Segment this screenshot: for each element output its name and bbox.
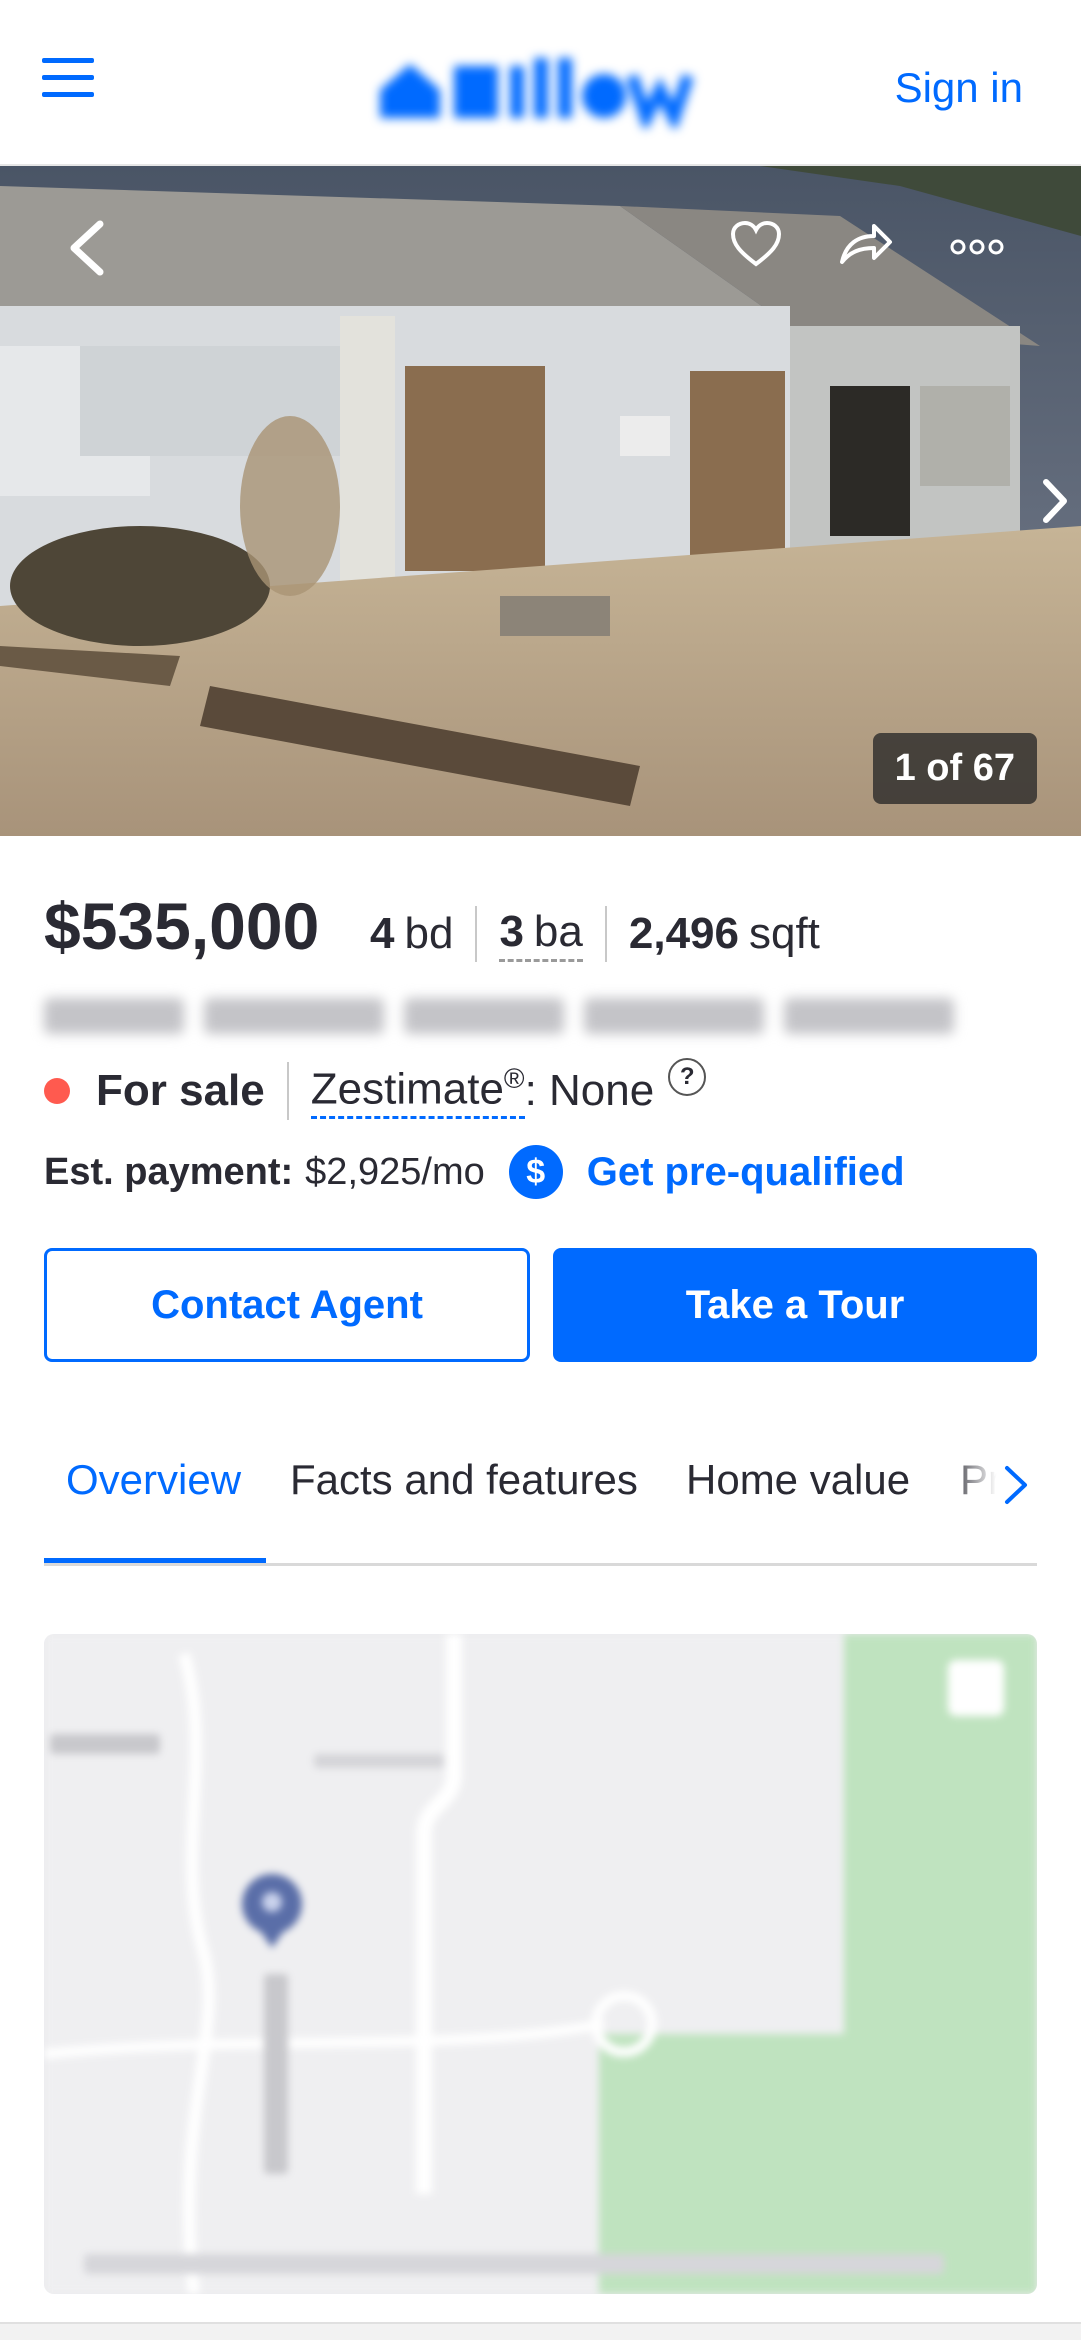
fact-divider: [604, 906, 607, 962]
tab-facts-and-features[interactable]: Facts and features: [290, 1456, 638, 1504]
beds-value: 4: [370, 909, 395, 958]
home-facts: 4 bd 3 ba 2,496 sqft: [370, 906, 820, 962]
baths-value: 3: [499, 906, 524, 956]
zestimate-link[interactable]: Zestimate®: [310, 1062, 525, 1120]
sqft-value: 2,496: [628, 909, 739, 958]
next-chevron-icon[interactable]: [1040, 478, 1070, 524]
registered-mark: ®: [503, 1062, 525, 1094]
fact-divider: [475, 906, 478, 962]
listing-photo-carousel[interactable]: 1 of 67: [0, 166, 1081, 836]
sqft-label: sqft: [748, 909, 820, 958]
zestimate-label: Zestimate: [310, 1064, 504, 1114]
beds-fact: 4 bd: [370, 909, 453, 959]
share-icon[interactable]: [838, 220, 894, 266]
status-label: For sale: [96, 1066, 265, 1115]
status-dot: [44, 1078, 70, 1104]
payment-row: Est. payment: $2,925/mo $ Get pre-qualif…: [44, 1145, 905, 1199]
tab-home-value[interactable]: Home value: [686, 1456, 910, 1504]
sign-in-link[interactable]: Sign in: [895, 64, 1023, 112]
section-tabs: Overview Facts and features Home value P…: [44, 1420, 1037, 1566]
map-blurred-content: [44, 1634, 1037, 2294]
payment-label: Est. payment:: [44, 1150, 294, 1193]
zestimate-value: : None: [524, 1066, 655, 1115]
bottom-edge: [0, 2322, 1081, 2340]
listing-price: $535,000: [44, 889, 320, 963]
back-chevron-icon[interactable]: [64, 218, 108, 278]
payment-value: $2,925/mo: [305, 1150, 485, 1193]
status-divider: [286, 1062, 289, 1120]
zillow-logo[interactable]: [370, 44, 700, 134]
dollar-icon[interactable]: $: [508, 1145, 563, 1199]
baths-fact[interactable]: 3 ba: [499, 906, 583, 962]
sqft-fact: 2,496 sqft: [629, 909, 820, 959]
photo-counter: 1 of 67: [872, 733, 1037, 804]
contact-agent-button[interactable]: Contact Agent: [44, 1248, 530, 1362]
location-map[interactable]: [44, 1634, 1037, 2294]
get-prequalified-link[interactable]: Get pre-qualified: [587, 1150, 905, 1195]
tab-overview[interactable]: Overview: [66, 1456, 241, 1504]
more-icon[interactable]: [950, 238, 1004, 256]
help-icon[interactable]: ?: [668, 1058, 707, 1096]
tabs-next-chevron-icon[interactable]: [1001, 1462, 1031, 1508]
baths-label: ba: [533, 906, 583, 956]
top-header: Sign in: [0, 0, 1081, 166]
beds-label: bd: [404, 909, 454, 958]
status-row: For sale Zestimate® : None ?: [44, 1058, 707, 1120]
active-tab-indicator: [44, 1558, 266, 1563]
hamburger-menu-icon[interactable]: [42, 58, 94, 98]
take-a-tour-button[interactable]: Take a Tour: [553, 1248, 1037, 1362]
heart-icon[interactable]: [730, 220, 782, 268]
listing-address-blurred: [44, 998, 954, 1034]
